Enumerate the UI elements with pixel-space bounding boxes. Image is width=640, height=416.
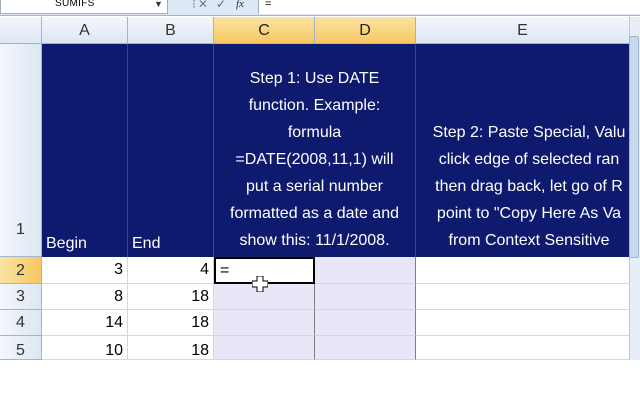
cell-d2[interactable]	[315, 257, 416, 284]
row-header-4[interactable]: 4	[0, 310, 42, 336]
cell-c4[interactable]	[214, 310, 315, 336]
vertical-scrollbar[interactable]	[629, 17, 640, 360]
cell-a3[interactable]: 8	[42, 284, 128, 310]
step1-line: formatted as a date and	[230, 205, 399, 222]
cell-e1[interactable]: Step 2: Paste Special, Valu click edge o…	[416, 44, 630, 257]
column-header-d[interactable]: D	[315, 17, 416, 44]
cancel-icon[interactable]: ✕	[198, 0, 208, 11]
column-header-e[interactable]: E	[416, 17, 630, 44]
row-header-3[interactable]: 3	[0, 284, 42, 310]
formula-bar: SUMIFS ▼ ⁝ ✕ ✓ fx =	[0, 0, 640, 16]
cell-a2[interactable]: 3	[42, 257, 128, 284]
enter-icon[interactable]: ✓	[216, 0, 226, 11]
cell-e3[interactable]	[416, 284, 630, 310]
cell-a1[interactable]: Begin	[42, 44, 128, 257]
step1-line: formula	[287, 124, 342, 141]
step2-line: from Context Sensitive	[448, 232, 610, 249]
cell-a4[interactable]: 14	[42, 310, 128, 336]
column-header-c[interactable]: C	[214, 17, 315, 44]
cell-d4[interactable]	[315, 310, 416, 336]
cell-a5[interactable]: 10	[42, 336, 128, 360]
cell-b3[interactable]: 18	[128, 284, 214, 310]
select-all-corner[interactable]	[0, 17, 42, 44]
step2-line: click edge of selected ran	[438, 151, 620, 168]
cell-c5[interactable]	[214, 336, 315, 360]
row-header-1[interactable]: 1	[0, 44, 42, 257]
formula-text: =	[265, 0, 272, 10]
cell-b2[interactable]: 4	[128, 257, 214, 284]
cell-cd1[interactable]: Step 1: Use DATE function. Example: form…	[214, 44, 416, 257]
scrollbar-thumb[interactable]	[629, 36, 639, 258]
cell-b1-text: End	[132, 235, 161, 252]
insert-function-button[interactable]: fx	[236, 0, 244, 10]
step2-line: point to "Copy Here As Va	[436, 205, 622, 222]
step1-line: Step 1: Use DATE	[249, 70, 380, 87]
row-header-2[interactable]: 2	[0, 257, 42, 284]
name-box[interactable]: SUMIFS ▼	[0, 0, 168, 14]
step1-line: put a serial number	[246, 178, 383, 195]
step1-text: Step 1: Use DATE function. Example: form…	[230, 65, 399, 254]
more-icon: ⁝	[192, 0, 196, 11]
cell-a1-text: Begin	[46, 235, 87, 252]
step1-line: show this: 11/1/2008.	[239, 232, 390, 249]
cell-b1[interactable]: End	[128, 44, 214, 257]
name-box-value: SUMIFS	[55, 0, 95, 9]
column-header-b[interactable]: B	[128, 17, 214, 44]
cell-b4[interactable]: 18	[128, 310, 214, 336]
cell-e2[interactable]	[416, 257, 630, 284]
step1-line: function. Example:	[248, 97, 381, 114]
step2-line: then drag back, let go of R	[435, 178, 623, 195]
step1-line: =DATE(2008,11,1) will	[235, 151, 394, 168]
formula-input[interactable]: =	[258, 0, 640, 14]
cell-d3[interactable]	[315, 284, 416, 310]
cell-d5[interactable]	[315, 336, 416, 360]
step2-text: Step 2: Paste Special, Valu click edge o…	[433, 119, 626, 254]
cell-cursor-icon	[252, 276, 268, 292]
chevron-down-icon[interactable]: ▼	[154, 0, 163, 9]
row-header-5[interactable]: 5	[0, 336, 42, 360]
column-header-a[interactable]: A	[42, 17, 128, 44]
cell-e4[interactable]	[416, 310, 630, 336]
step2-line: Step 2: Paste Special, Valu	[432, 124, 626, 141]
cell-e5[interactable]	[416, 336, 630, 360]
cell-b5[interactable]: 18	[128, 336, 214, 360]
fx-label: fx	[236, 0, 244, 10]
